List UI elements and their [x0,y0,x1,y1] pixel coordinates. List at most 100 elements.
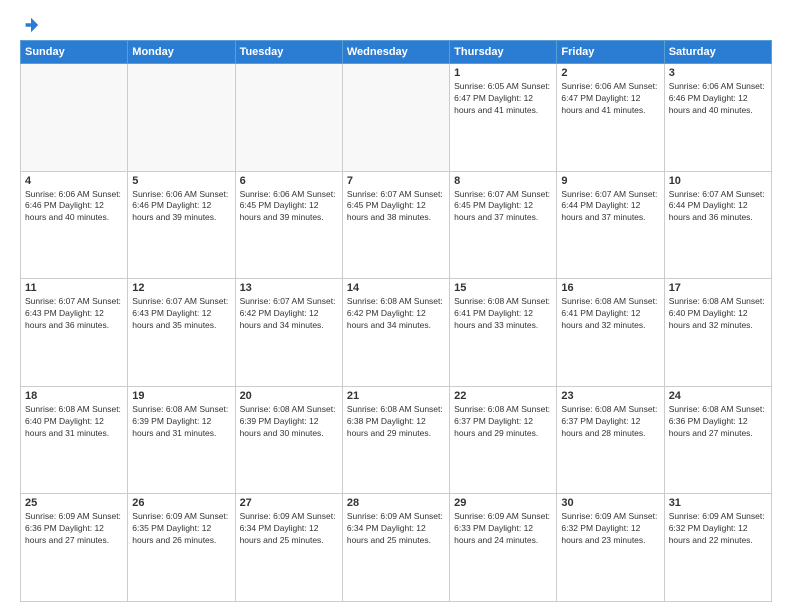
day-info: Sunrise: 6:09 AM Sunset: 6:36 PM Dayligh… [25,511,123,547]
day-number: 20 [240,390,338,402]
calendar-cell: 21 Sunrise: 6:08 AM Sunset: 6:38 PM Dayli… [342,386,449,494]
weekday-header-row: SundayMondayTuesdayWednesdayThursdayFrid… [21,41,772,64]
day-number: 15 [454,282,552,294]
day-info: Sunrise: 6:07 AM Sunset: 6:42 PM Dayligh… [240,296,338,332]
day-number: 6 [240,175,338,187]
day-number: 13 [240,282,338,294]
day-info: Sunrise: 6:06 AM Sunset: 6:45 PM Dayligh… [240,189,338,225]
calendar-table: SundayMondayTuesdayWednesdayThursdayFrid… [20,40,772,602]
header [20,16,772,34]
day-number: 29 [454,497,552,509]
day-number: 24 [669,390,767,402]
calendar-cell: 25 Sunrise: 6:09 AM Sunset: 6:36 PM Dayli… [21,494,128,602]
calendar-cell [128,64,235,172]
day-number: 10 [669,175,767,187]
weekday-header-thursday: Thursday [450,41,557,64]
calendar-cell: 4Sunrise: 6:06 AM Sunset: 6:46 PM Daylig… [21,171,128,279]
day-info: Sunrise: 6:08 AM Sunset: 6:39 PM Dayligh… [132,404,230,440]
calendar-cell: 29 Sunrise: 6:09 AM Sunset: 6:33 PM Dayli… [450,494,557,602]
day-number: 14 [347,282,445,294]
day-info: Sunrise: 6:06 AM Sunset: 6:46 PM Dayligh… [669,81,767,117]
day-number: 21 [347,390,445,402]
day-number: 11 [25,282,123,294]
calendar-page: SundayMondayTuesdayWednesdayThursdayFrid… [0,0,792,612]
day-number: 28 [347,497,445,509]
day-number: 18 [25,390,123,402]
day-info: Sunrise: 6:08 AM Sunset: 6:37 PM Dayligh… [561,404,659,440]
day-info: Sunrise: 6:08 AM Sunset: 6:41 PM Dayligh… [454,296,552,332]
day-info: Sunrise: 6:06 AM Sunset: 6:47 PM Dayligh… [561,81,659,117]
calendar-cell: 28Sunrise: 6:09 AM Sunset: 6:34 PM Dayli… [342,494,449,602]
logo [20,16,40,34]
calendar-cell: 9 Sunrise: 6:07 AM Sunset: 6:44 PM Daylig… [557,171,664,279]
calendar-cell: 24 Sunrise: 6:08 AM Sunset: 6:36 PM Dayli… [664,386,771,494]
calendar-week-1: 4Sunrise: 6:06 AM Sunset: 6:46 PM Daylig… [21,171,772,279]
calendar-cell: 8Sunrise: 6:07 AM Sunset: 6:45 PM Daylig… [450,171,557,279]
day-number: 12 [132,282,230,294]
calendar-cell: 11 Sunrise: 6:07 AM Sunset: 6:43 PM Dayli… [21,279,128,387]
calendar-cell: 19 Sunrise: 6:08 AM Sunset: 6:39 PM Dayli… [128,386,235,494]
day-number: 5 [132,175,230,187]
calendar-cell [21,64,128,172]
day-info: Sunrise: 6:05 AM Sunset: 6:47 PM Dayligh… [454,81,552,117]
day-number: 23 [561,390,659,402]
day-number: 22 [454,390,552,402]
day-number: 8 [454,175,552,187]
calendar-cell: 13 Sunrise: 6:07 AM Sunset: 6:42 PM Dayli… [235,279,342,387]
day-info: Sunrise: 6:08 AM Sunset: 6:40 PM Dayligh… [25,404,123,440]
calendar-cell: 1 Sunrise: 6:05 AM Sunset: 6:47 PM Daylig… [450,64,557,172]
day-number: 27 [240,497,338,509]
calendar-cell: 26 Sunrise: 6:09 AM Sunset: 6:35 PM Dayli… [128,494,235,602]
calendar-cell: 7Sunrise: 6:07 AM Sunset: 6:45 PM Daylig… [342,171,449,279]
day-number: 25 [25,497,123,509]
day-info: Sunrise: 6:09 AM Sunset: 6:35 PM Dayligh… [132,511,230,547]
day-number: 30 [561,497,659,509]
calendar-cell: 27 Sunrise: 6:09 AM Sunset: 6:34 PM Dayli… [235,494,342,602]
calendar-body: 1 Sunrise: 6:05 AM Sunset: 6:47 PM Daylig… [21,64,772,602]
calendar-cell: 10 Sunrise: 6:07 AM Sunset: 6:44 PM Dayli… [664,171,771,279]
day-info: Sunrise: 6:08 AM Sunset: 6:39 PM Dayligh… [240,404,338,440]
weekday-header-tuesday: Tuesday [235,41,342,64]
day-info: Sunrise: 6:07 AM Sunset: 6:43 PM Dayligh… [25,296,123,332]
weekday-header-wednesday: Wednesday [342,41,449,64]
day-info: Sunrise: 6:09 AM Sunset: 6:32 PM Dayligh… [561,511,659,547]
calendar-cell [342,64,449,172]
calendar-cell: 12 Sunrise: 6:07 AM Sunset: 6:43 PM Dayli… [128,279,235,387]
day-info: Sunrise: 6:08 AM Sunset: 6:36 PM Dayligh… [669,404,767,440]
day-info: Sunrise: 6:09 AM Sunset: 6:34 PM Dayligh… [240,511,338,547]
day-info: Sunrise: 6:08 AM Sunset: 6:41 PM Dayligh… [561,296,659,332]
day-info: Sunrise: 6:08 AM Sunset: 6:37 PM Dayligh… [454,404,552,440]
day-number: 19 [132,390,230,402]
weekday-header-sunday: Sunday [21,41,128,64]
day-number: 9 [561,175,659,187]
weekday-header-friday: Friday [557,41,664,64]
calendar-cell: 6 Sunrise: 6:06 AM Sunset: 6:45 PM Daylig… [235,171,342,279]
calendar-cell: 20 Sunrise: 6:08 AM Sunset: 6:39 PM Dayli… [235,386,342,494]
day-info: Sunrise: 6:07 AM Sunset: 6:44 PM Dayligh… [561,189,659,225]
calendar-cell: 5 Sunrise: 6:06 AM Sunset: 6:46 PM Daylig… [128,171,235,279]
day-number: 26 [132,497,230,509]
day-info: Sunrise: 6:06 AM Sunset: 6:46 PM Dayligh… [25,189,123,225]
calendar-cell: 31Sunrise: 6:09 AM Sunset: 6:32 PM Dayli… [664,494,771,602]
day-info: Sunrise: 6:06 AM Sunset: 6:46 PM Dayligh… [132,189,230,225]
day-info: Sunrise: 6:07 AM Sunset: 6:43 PM Dayligh… [132,296,230,332]
day-number: 1 [454,67,552,79]
calendar-header: SundayMondayTuesdayWednesdayThursdayFrid… [21,41,772,64]
day-info: Sunrise: 6:09 AM Sunset: 6:33 PM Dayligh… [454,511,552,547]
calendar-cell: 23 Sunrise: 6:08 AM Sunset: 6:37 PM Dayli… [557,386,664,494]
day-info: Sunrise: 6:09 AM Sunset: 6:32 PM Dayligh… [669,511,767,547]
calendar-cell: 15 Sunrise: 6:08 AM Sunset: 6:41 PM Dayli… [450,279,557,387]
calendar-week-3: 18 Sunrise: 6:08 AM Sunset: 6:40 PM Dayli… [21,386,772,494]
calendar-cell: 2Sunrise: 6:06 AM Sunset: 6:47 PM Daylig… [557,64,664,172]
day-info: Sunrise: 6:08 AM Sunset: 6:38 PM Dayligh… [347,404,445,440]
day-number: 17 [669,282,767,294]
calendar-cell: 3Sunrise: 6:06 AM Sunset: 6:46 PM Daylig… [664,64,771,172]
day-info: Sunrise: 6:08 AM Sunset: 6:42 PM Dayligh… [347,296,445,332]
calendar-cell: 22 Sunrise: 6:08 AM Sunset: 6:37 PM Dayli… [450,386,557,494]
day-info: Sunrise: 6:07 AM Sunset: 6:44 PM Dayligh… [669,189,767,225]
calendar-cell: 14 Sunrise: 6:08 AM Sunset: 6:42 PM Dayli… [342,279,449,387]
day-number: 7 [347,175,445,187]
logo-icon [22,16,40,34]
day-info: Sunrise: 6:08 AM Sunset: 6:40 PM Dayligh… [669,296,767,332]
calendar-cell: 18 Sunrise: 6:08 AM Sunset: 6:40 PM Dayli… [21,386,128,494]
